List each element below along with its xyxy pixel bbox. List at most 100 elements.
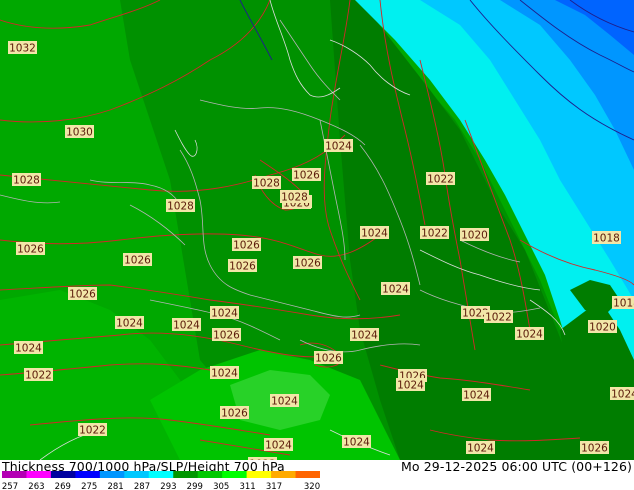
pressure-label: 1018 (592, 231, 621, 245)
valid-time: Mo 29-12-2025 06:00 UTC (00+126) (401, 459, 632, 474)
colorbar-tick-label: 281 (107, 482, 123, 490)
colorbar-segment (50, 471, 76, 478)
pressure-label-text: 1024 (397, 380, 424, 392)
pressure-label-text: 1028 (13, 175, 40, 187)
pressure-label-text: 1024 (361, 228, 388, 240)
pressure-label: 1022 (78, 423, 107, 437)
pressure-label-text: 1024 (382, 284, 409, 296)
colorbar-segment (26, 471, 52, 478)
colorbar-segment (148, 471, 174, 478)
pressure-label-text: 1024 (343, 437, 370, 449)
pressure-label-text: 1024 (116, 318, 143, 330)
pressure-label: 1026 (314, 351, 343, 365)
pressure-label-text: 1026 (17, 244, 44, 256)
pressure-label: 1020 (588, 320, 617, 334)
pressure-label: 1024 (264, 438, 293, 452)
colorbar-tick-label: 257 (2, 482, 18, 490)
colorbar-tick-label: 317 (266, 482, 282, 490)
pressure-label: 1026 (16, 242, 45, 256)
colorbar-segment (124, 471, 150, 478)
pressure-label-text: 1022 (25, 370, 52, 382)
colorbar-segment (99, 471, 125, 478)
pressure-label: 1026 (123, 253, 152, 267)
pressure-label: 1018 (612, 296, 634, 310)
pressure-label-text: 1026 (581, 443, 608, 455)
pressure-label-text: 1024 (351, 330, 378, 342)
pressure-label: 1020 (460, 228, 489, 242)
pressure-label-text: 1018 (613, 298, 634, 310)
pressure-label: 1028 (252, 176, 281, 190)
pressure-label: 1024 (396, 378, 425, 392)
pressure-label: 1024 (324, 139, 353, 153)
colorbar: 257 263 269 275 281 287 293 299 305 311 317 320 (2, 471, 320, 490)
colorbar-tick-label: 269 (55, 482, 71, 490)
pressure-label-text: 1028 (167, 201, 194, 213)
pressure-label-text: 1026 (213, 330, 240, 342)
colorbar-segment (295, 471, 320, 478)
pressure-label: 1026 (220, 406, 249, 420)
pressure-label-text: 1024 (325, 141, 352, 153)
pressure-label: 1024 (210, 366, 239, 380)
pressure-label-text: 1022 (427, 174, 454, 186)
pressure-label-text: 1024 (173, 320, 200, 332)
pressure-label: 1026 (292, 168, 321, 182)
colorbar-segment (271, 471, 297, 478)
pressure-label: 1022 (484, 310, 513, 324)
pressure-label: 1026 (293, 256, 322, 270)
pressure-label-text: 1024 (271, 396, 298, 408)
colorbar-tick-label: 299 (187, 482, 203, 490)
colorbar-segment (197, 471, 223, 478)
pressure-label-text: 1024 (611, 389, 634, 401)
colorbar-tick-label: 293 (160, 482, 176, 490)
pressure-label: 1028 (280, 190, 309, 204)
pressure-label-text: 1026 (221, 408, 248, 420)
pressure-label: 1022 (420, 226, 449, 240)
pressure-label-text: 1024 (211, 368, 238, 380)
pressure-label: 1024 (360, 226, 389, 240)
colorbar-segment (75, 471, 101, 478)
pressure-label: 1024 (515, 327, 544, 341)
pressure-label-text: 1024 (15, 343, 42, 355)
pressure-label-text: 1026 (229, 261, 256, 273)
pressure-label: 1024 (462, 388, 491, 402)
pressure-label: 1024 (14, 341, 43, 355)
pressure-label: 1022 (24, 368, 53, 382)
colorbar-segment (2, 471, 27, 478)
pressure-label-text: 1022 (485, 312, 512, 324)
pressure-label: 1026 (232, 238, 261, 252)
pressure-label-text: 1024 (265, 440, 292, 452)
pressure-label-text: 1026 (294, 258, 321, 270)
pressure-label-text: 1026 (293, 170, 320, 182)
pressure-label-text: 1028 (281, 192, 308, 204)
pressure-label: 1022 (426, 172, 455, 186)
pressure-label: 1024 (115, 316, 144, 330)
colorbar-tick-label: 305 (213, 482, 229, 490)
colorbar-tick-label: 320 (304, 482, 320, 490)
pressure-label: 1024 (350, 328, 379, 342)
pressure-label: 1024 (210, 306, 239, 320)
pressure-label-text: 1024 (211, 308, 238, 320)
colorbar-segment (173, 471, 199, 478)
pressure-label: 1032 (8, 41, 37, 55)
pressure-label: 1026 (228, 259, 257, 273)
colorbar-tick-label: 263 (28, 482, 44, 490)
pressure-label: 1026 (68, 287, 97, 301)
colorbar-tick-label: 275 (81, 482, 97, 490)
pressure-label: 1030 (65, 125, 94, 139)
pressure-label-text: 1024 (467, 443, 494, 455)
pressure-label-text: 1018 (593, 233, 620, 245)
pressure-label-text: 1030 (66, 127, 93, 139)
colorbar-segment (246, 471, 272, 478)
pressure-label: 1028 (166, 199, 195, 213)
pressure-label: 1028 (12, 173, 41, 187)
pressure-label: 1024 (466, 441, 495, 455)
pressure-label-text: 1024 (516, 329, 543, 341)
colorbar-tick-label: 287 (134, 482, 150, 490)
colorbar-tick-label: 311 (239, 482, 255, 490)
pressure-label: 1026 (580, 441, 609, 455)
pressure-label-text: 1026 (315, 353, 342, 365)
pressure-label: 1026 (212, 328, 241, 342)
pressure-label-text: 1026 (124, 255, 151, 267)
pressure-label: 1024 (172, 318, 201, 332)
pressure-label-text: 1026 (233, 240, 260, 252)
